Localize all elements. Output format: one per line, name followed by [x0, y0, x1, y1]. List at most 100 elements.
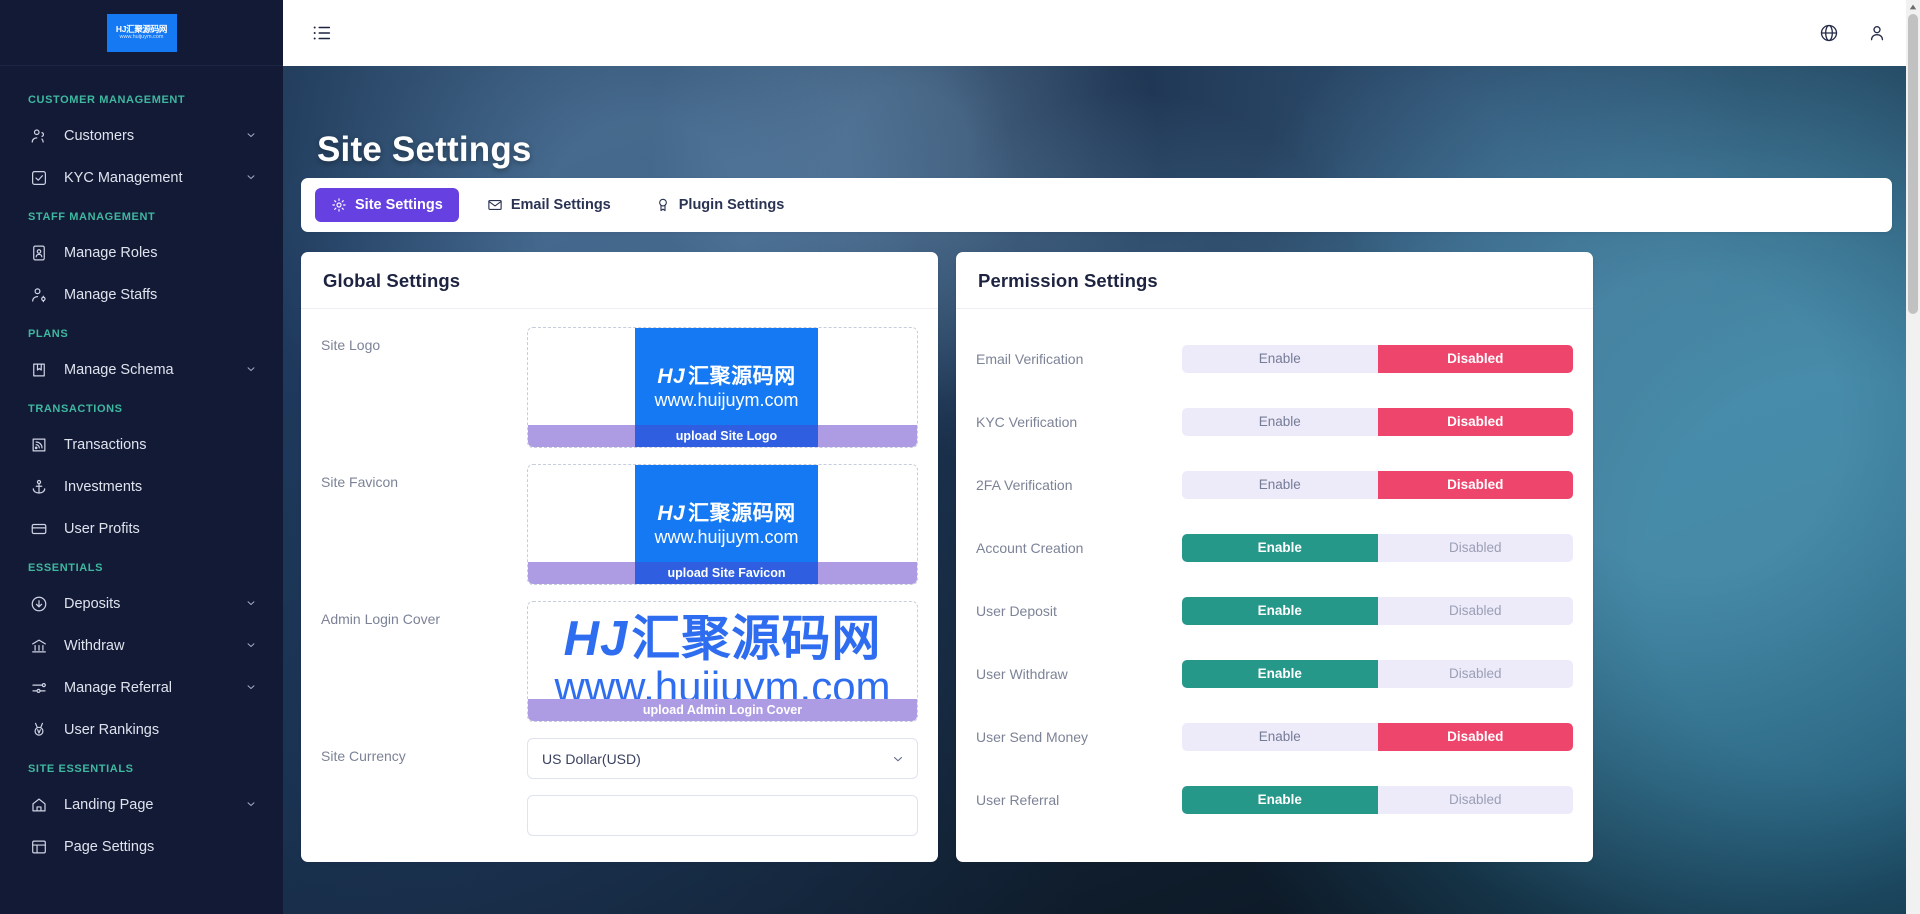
sidebar-item-label: Customers: [64, 128, 135, 144]
layout-icon: [28, 836, 50, 858]
permission-label: User Referral: [976, 791, 1060, 808]
preview-brand-url: www.huijuym.com: [654, 390, 799, 410]
permission-disable-button[interactable]: Disabled: [1377, 659, 1573, 688]
tab-plugin-settings[interactable]: Plugin Settings: [639, 188, 801, 222]
global-settings-panel: Global Settings Site Logo HJ 汇聚源码网 www.huij…: [301, 252, 938, 862]
bank-icon: [28, 635, 50, 657]
upload-button[interactable]: upload Admin Login Cover: [528, 699, 917, 721]
site-currency-select[interactable]: US Dollar(USD): [527, 738, 918, 779]
permission-disable-button[interactable]: Disabled: [1377, 407, 1573, 436]
sidebar-item-manage-roles[interactable]: Manage Roles: [0, 232, 283, 274]
sidebar-item-user-rankings[interactable]: User Rankings: [0, 709, 283, 751]
site-currency-label: Site Currency: [321, 748, 406, 764]
scroll-up-arrow-icon[interactable]: [1906, 0, 1920, 14]
permission-enable-button[interactable]: Enable: [1182, 785, 1378, 814]
user-icon[interactable]: [1860, 16, 1894, 50]
permission-enable-button[interactable]: Enable: [1182, 344, 1378, 373]
global-settings-header: Global Settings: [301, 252, 938, 309]
page-scrollbar[interactable]: [1906, 0, 1920, 914]
globe-icon[interactable]: [1812, 16, 1846, 50]
permission-disable-button[interactable]: Disabled: [1377, 344, 1573, 373]
sidebar-item-investments[interactable]: Investments: [0, 466, 283, 508]
permission-toggle: Enable Disabled: [1182, 470, 1573, 499]
permission-toggle: Enable Disabled: [1182, 533, 1573, 562]
sidebar-item-label: Withdraw: [64, 638, 125, 654]
page-content: Site Settings Site Settings Email Setting…: [283, 66, 1920, 914]
permission-row: User Deposit Enable Disabled: [976, 579, 1573, 642]
permission-disable-button[interactable]: Disabled: [1377, 785, 1573, 814]
permission-enable-button[interactable]: Enable: [1182, 722, 1378, 751]
permission-enable-button[interactable]: Enable: [1182, 596, 1378, 625]
tab-email-settings[interactable]: Email Settings: [471, 188, 627, 222]
site-logo: HJ汇聚源码网 www.huijuym.com: [106, 13, 177, 52]
chevron-down-icon[interactable]: [245, 171, 259, 185]
permission-enable-button[interactable]: Enable: [1182, 659, 1378, 688]
sidebar-brand[interactable]: HJ汇聚源码网 www.huijuym.com: [0, 0, 283, 66]
site-currency-select-wrapper: US Dollar(USD): [527, 738, 918, 779]
permission-enable-button[interactable]: Enable: [1182, 533, 1378, 562]
sidebar: HJ汇聚源码网 www.huijuym.com CUSTOMER MANAGEM…: [0, 0, 283, 914]
permission-row: User Send Money Enable Disabled: [976, 705, 1573, 768]
scrollbar-thumb[interactable]: [1908, 14, 1918, 314]
chevron-down-icon[interactable]: [245, 597, 259, 611]
book-bookmark-icon: [28, 359, 50, 381]
sidebar-item-deposits[interactable]: Deposits: [0, 583, 283, 625]
sidebar-section-title: PLANS: [28, 328, 69, 340]
chevron-down-icon[interactable]: [245, 798, 259, 812]
permission-row: User Withdraw Enable Disabled: [976, 642, 1573, 705]
topbar: [283, 0, 1920, 66]
chevron-down-icon[interactable]: [245, 681, 259, 695]
global-setting-control: HJ 汇聚源码网 www.huijuym.com upload Site Favico…: [527, 464, 918, 585]
preview-brand-name: HJ汇聚源码网: [657, 365, 796, 388]
sidebar-item-manage-referral[interactable]: Manage Referral: [0, 667, 283, 709]
sidebar-item-kyc-management[interactable]: KYC Management: [0, 157, 283, 199]
permission-settings-header: Permission Settings: [956, 252, 1593, 309]
upload-button[interactable]: upload Site Logo: [528, 425, 917, 447]
permission-row: KYC Verification Enable Disabled: [976, 390, 1573, 453]
site-currency-control: US Dollar(USD): [527, 738, 918, 779]
sidebar-item-landing-page[interactable]: Landing Page: [0, 784, 283, 826]
logo-secondary-text: www.huijuym.com: [119, 33, 164, 40]
sidebar-item-customers[interactable]: Customers: [0, 115, 283, 157]
award-ribbon-icon: [655, 197, 671, 213]
next-setting-input[interactable]: [527, 795, 918, 836]
sidebar-item-transactions[interactable]: Transactions: [0, 424, 283, 466]
image-upload-dropzone[interactable]: HJ 汇聚源码网 www.huijuym.com upload Site Logo up…: [527, 327, 918, 448]
permission-label: Email Verification: [976, 350, 1084, 367]
sidebar-nav: CUSTOMER MANAGEMENT Customers KYC Manageme…: [0, 66, 283, 868]
sidebar-item-manage-staffs[interactable]: Manage Staffs: [0, 274, 283, 316]
logo-primary-text: HJ汇聚源码网: [115, 23, 168, 34]
chevron-down-icon[interactable]: [245, 363, 259, 377]
tab-site-settings[interactable]: Site Settings: [315, 188, 459, 222]
sidebar-item-page-settings[interactable]: Page Settings: [0, 826, 283, 868]
permission-disable-button[interactable]: Disabled: [1377, 722, 1573, 751]
chevron-down-icon[interactable]: [245, 129, 259, 143]
permission-disable-button[interactable]: Disabled: [1377, 470, 1573, 499]
sidebar-section-title: ESSENTIALS: [28, 562, 104, 574]
sidebar-item-user-profits[interactable]: User Profits: [0, 508, 283, 550]
image-upload-dropzone[interactable]: HJ 汇聚源码网 www.huijuym.com upload Site Favico…: [527, 464, 918, 585]
next-setting-row-partial: [321, 795, 918, 836]
permission-disable-button[interactable]: Disabled: [1377, 533, 1573, 562]
sidebar-item-withdraw[interactable]: Withdraw: [0, 625, 283, 667]
global-settings-title: Global Settings: [323, 270, 461, 291]
envelope-icon: [487, 197, 503, 213]
permission-label: User Withdraw: [976, 665, 1068, 682]
hamburger-list-icon[interactable]: [309, 20, 335, 46]
image-upload-dropzone[interactable]: HJ汇聚源码网 www.huijuym.com upload Admin Login…: [527, 601, 918, 722]
chevron-down-icon[interactable]: [245, 639, 259, 653]
global-setting-label: Site Favicon: [321, 474, 399, 490]
sidebar-item-manage-schema[interactable]: Manage Schema: [0, 349, 283, 391]
permission-disable-button[interactable]: Disabled: [1377, 596, 1573, 625]
global-setting-control: HJ汇聚源码网 www.huijuym.com upload Admin Login…: [527, 601, 918, 722]
sidebar-item-label: KYC Management: [64, 170, 183, 186]
permission-enable-button[interactable]: Enable: [1182, 407, 1378, 436]
upload-button[interactable]: upload Site Favicon: [528, 562, 917, 584]
next-setting-label: [321, 795, 527, 805]
sidebar-item-label: Manage Staffs: [64, 287, 158, 303]
permission-enable-button[interactable]: Enable: [1182, 470, 1378, 499]
sidebar-section-title: STAFF MANAGEMENT: [28, 211, 156, 223]
preview-brand-name: HJ汇聚源码网: [657, 502, 796, 525]
sidebar-section-title: SITE ESSENTIALS: [28, 763, 134, 775]
permission-toggle: Enable Disabled: [1182, 722, 1573, 751]
